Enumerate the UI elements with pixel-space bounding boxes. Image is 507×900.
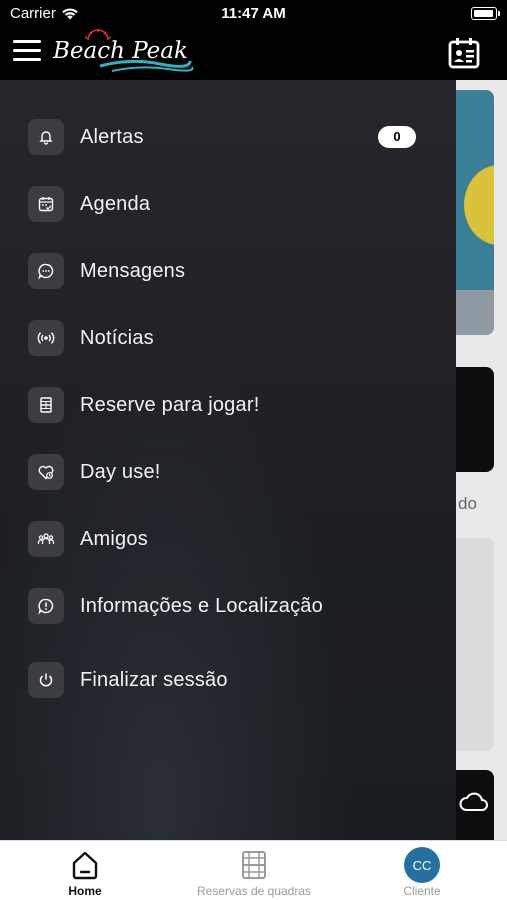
light-card[interactable] <box>456 538 494 751</box>
hamburger-line <box>13 40 41 43</box>
court-icon <box>28 387 64 423</box>
tab-home[interactable]: Home <box>40 841 130 900</box>
status-time: 11:47 AM <box>221 5 286 22</box>
menu-item-alertas[interactable]: Alertas 0 <box>0 109 456 165</box>
tab-label: Reservas de quadras <box>196 884 312 898</box>
menu-item-agenda[interactable]: Agenda <box>0 176 456 232</box>
tab-cliente[interactable]: CC Cliente <box>378 841 466 900</box>
weather-card[interactable] <box>456 770 494 840</box>
menu-item-informacoes[interactable]: Informações e Localização <box>0 578 456 634</box>
bell-icon <box>28 119 64 155</box>
menu-item-finalizar-sessao[interactable]: Finalizar sessão <box>0 652 456 708</box>
home-icon <box>71 848 99 882</box>
menu-label: Mensagens <box>80 259 186 282</box>
menu-label: Day use! <box>80 460 161 483</box>
dark-card[interactable] <box>456 367 494 472</box>
group-icon <box>28 521 64 557</box>
menu-label: Finalizar sessão <box>80 668 228 691</box>
menu-label: Reserve para jogar! <box>80 393 260 416</box>
side-drawer: Alertas 0 Agenda Mensagens Notícias Rese… <box>0 80 456 840</box>
menu-item-day-use[interactable]: Day use! <box>0 444 456 500</box>
logo-text: Beach Peak <box>52 38 188 64</box>
heart-icon <box>28 454 64 490</box>
tab-label: Cliente <box>403 884 441 898</box>
menu-toggle-button[interactable] <box>13 40 41 62</box>
calendar-button[interactable] <box>447 36 481 70</box>
tab-reservas[interactable]: Reservas de quadras <box>180 841 328 900</box>
calendar-check-icon <box>28 186 64 222</box>
hamburger-line <box>13 49 41 52</box>
status-bar: Carrier 11:47 AM <box>0 0 507 28</box>
beach-peak-logo: Beach Peak <box>52 29 194 72</box>
menu-item-mensagens[interactable]: Mensagens <box>0 243 456 299</box>
banner-shade <box>456 290 494 335</box>
section-title-partial: do <box>458 494 477 513</box>
avatar-initials: CC <box>404 847 440 883</box>
menu-label: Alertas <box>80 125 144 148</box>
banner-card[interactable] <box>456 90 494 335</box>
chat-bubble-icon <box>28 253 64 289</box>
banner-sun-graphic <box>464 165 494 245</box>
hamburger-line <box>13 58 41 61</box>
app-header: Beach Peak <box>0 28 507 80</box>
power-icon <box>28 662 64 698</box>
menu-label: Agenda <box>80 192 151 215</box>
menu-label: Informações e Localização <box>80 594 323 617</box>
battery-icon <box>471 7 500 20</box>
avatar: CC <box>404 847 440 883</box>
menu-item-amigos[interactable]: Amigos <box>0 511 456 567</box>
court-icon <box>241 848 267 882</box>
tab-label: Home <box>68 884 102 898</box>
info-icon <box>28 588 64 624</box>
calendar-id-icon <box>448 38 480 69</box>
cloud-icon <box>459 792 488 811</box>
bottom-tab-bar: Home Reservas de quadras CC Cliente <box>0 840 507 900</box>
menu-item-noticias[interactable]: Notícias <box>0 310 456 366</box>
alert-count-badge: 0 <box>378 126 416 148</box>
home-content-background: do <box>456 80 507 840</box>
broadcast-icon <box>28 320 64 356</box>
menu-item-reserve[interactable]: Reserve para jogar! <box>0 377 456 433</box>
menu-label: Notícias <box>80 326 154 349</box>
menu-label: Amigos <box>80 527 148 550</box>
